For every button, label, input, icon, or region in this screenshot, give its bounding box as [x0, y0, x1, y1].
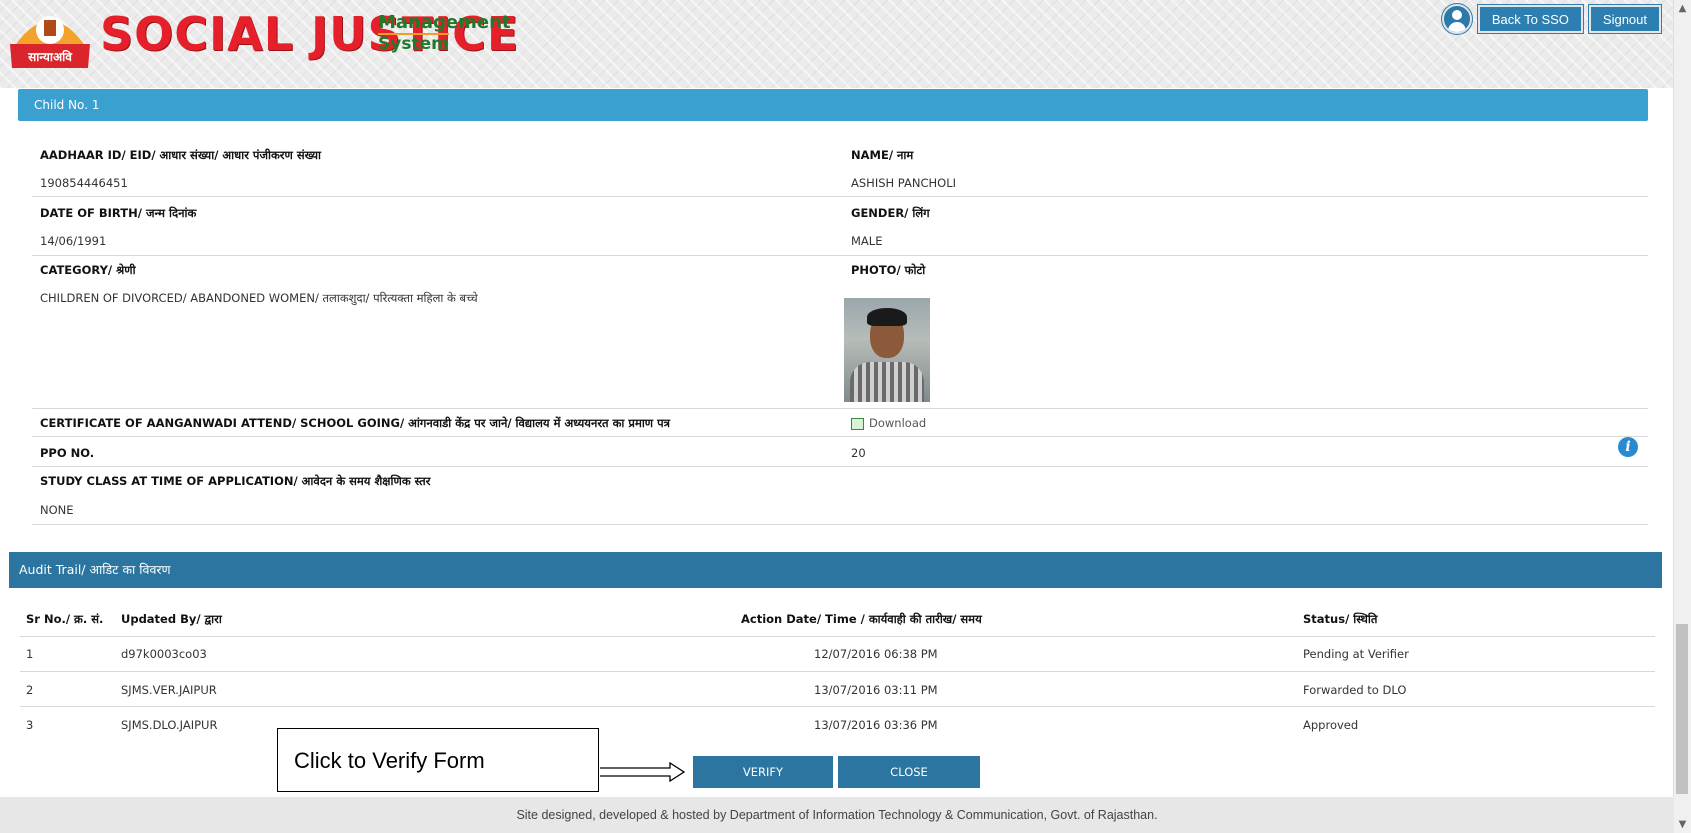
emblem-icon: सान्याअवि: [10, 16, 90, 68]
column-header-sr-no: Sr No./ क्र. सं.: [26, 612, 104, 626]
category-value: CHILDREN OF DIVORCED/ ABANDONED WOMEN/ त…: [40, 291, 478, 305]
logo-management: Management: [378, 12, 511, 33]
back-to-sso-button[interactable]: Back To SSO: [1477, 5, 1583, 33]
name-value: ASHISH PANCHOLI: [851, 176, 957, 190]
divider: [20, 636, 1655, 637]
download-label[interactable]: Download: [869, 416, 926, 430]
verify-callout: Click to Verify Form: [277, 728, 599, 792]
dob-value: 14/06/1991: [40, 234, 107, 248]
row-updated-by: d97k0003co03: [121, 647, 207, 661]
download-icon: [851, 417, 864, 430]
vertical-scrollbar[interactable]: ▲ ▼: [1673, 0, 1691, 833]
row-action-date: 13/07/2016 03:11 PM: [814, 683, 938, 697]
divider: [32, 196, 1648, 197]
info-icon[interactable]: i: [1618, 437, 1638, 457]
child-photo: [844, 298, 930, 402]
column-header-status: Status/ स्थिति: [1303, 612, 1378, 626]
ppo-label: PPO NO.: [40, 446, 95, 460]
row-status: Forwarded to DLO: [1303, 683, 1407, 697]
verify-button[interactable]: VERIFY: [693, 756, 833, 788]
divider: [32, 255, 1648, 256]
gender-label: GENDER/ लिंग: [851, 206, 930, 220]
logo-system: System: [378, 33, 449, 54]
divider: [20, 671, 1655, 672]
scroll-up-icon[interactable]: ▲: [1674, 0, 1691, 17]
name-label: NAME/ नाम: [851, 148, 914, 162]
scroll-down-icon[interactable]: ▼: [1674, 816, 1691, 833]
download-link[interactable]: Download: [851, 416, 926, 430]
signout-button[interactable]: Signout: [1588, 5, 1661, 33]
row-action-date: 12/07/2016 06:38 PM: [814, 647, 938, 661]
certificate-label: CERTIFICATE OF AANGANWADI ATTEND/ SCHOOL…: [40, 416, 670, 430]
emblem-text: सान्याअवि: [27, 50, 73, 64]
close-button[interactable]: CLOSE: [838, 756, 980, 788]
child-section-header: Child No. 1: [18, 89, 1648, 121]
header: सान्याअवि SOCIAL JUSTICE Management Syst…: [0, 0, 1691, 88]
row-sr-no: 2: [26, 683, 34, 697]
study-class-label: STUDY CLASS AT TIME OF APPLICATION/ आवेद…: [40, 474, 431, 488]
divider: [32, 436, 1648, 437]
column-header-updated-by: Updated By/ द्वारा: [121, 612, 222, 626]
divider: [32, 466, 1648, 467]
row-sr-no: 1: [26, 647, 34, 661]
aadhaar-value: 190854446451: [40, 176, 128, 190]
aadhaar-label: AADHAAR ID/ EID/ आधार संख्या/ आधार पंजीक…: [40, 148, 321, 162]
ppo-value: 20: [851, 446, 866, 460]
scrollbar-thumb[interactable]: [1676, 624, 1688, 794]
audit-trail-header: Audit Trail/ आडिट का विवरण: [9, 552, 1662, 588]
gender-value: MALE: [851, 234, 883, 248]
category-label: CATEGORY/ श्रेणी: [40, 263, 136, 277]
user-icon[interactable]: [1441, 4, 1472, 34]
row-action-date: 13/07/2016 03:36 PM: [814, 718, 938, 732]
row-status: Approved: [1303, 718, 1359, 732]
footer: Site designed, developed & hosted by Dep…: [0, 797, 1674, 833]
divider: [32, 524, 1648, 525]
row-updated-by: SJMS.VER.JAIPUR: [121, 683, 217, 697]
study-class-value: NONE: [40, 503, 74, 517]
row-updated-by: SJMS.DLO.JAIPUR: [121, 718, 218, 732]
divider: [32, 408, 1648, 409]
row-sr-no: 3: [26, 718, 34, 732]
row-status: Pending at Verifier: [1303, 647, 1409, 661]
arrow-icon: [600, 762, 686, 782]
photo-label: PHOTO/ फोटो: [851, 263, 926, 277]
column-header-action-date: Action Date/ Time / कार्यवाही की तारीख/ …: [741, 612, 982, 626]
top-actions: Back To SSO Signout: [1441, 4, 1661, 34]
dob-label: DATE OF BIRTH/ जन्म दिनांक: [40, 206, 197, 220]
divider: [20, 706, 1655, 707]
